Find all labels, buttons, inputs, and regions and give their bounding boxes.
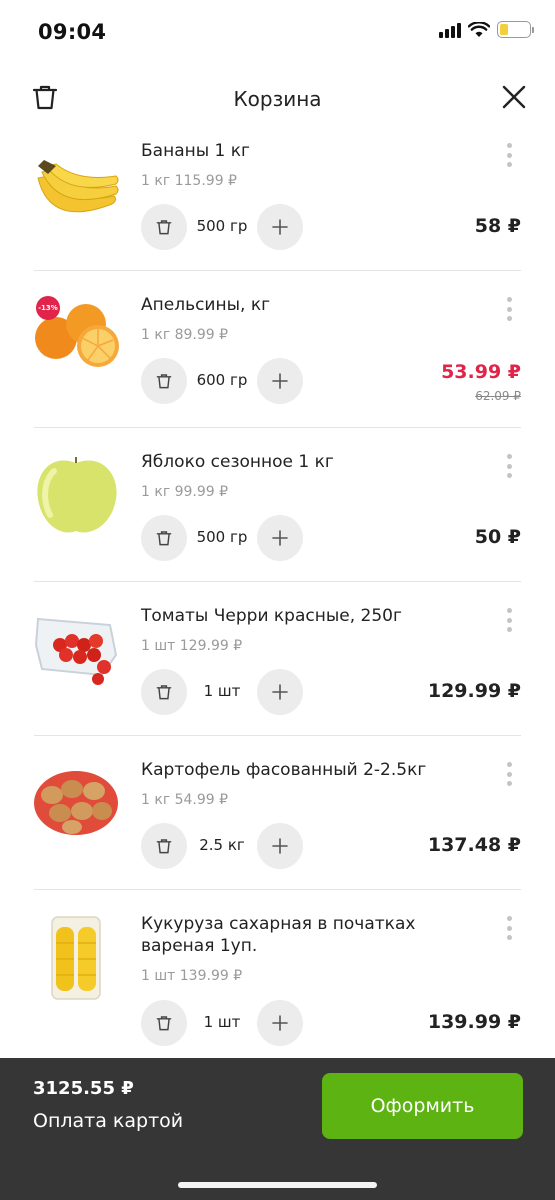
close-icon	[502, 85, 526, 109]
item-price: 129.99 ₽	[427, 680, 521, 702]
increase-quantity-button[interactable]	[257, 823, 303, 869]
discount-badge: -13%	[36, 296, 60, 320]
item-name: Яблоко сезонное 1 кг	[141, 452, 334, 472]
item-quantity: 1 шт	[203, 682, 241, 700]
item-name: Картофель фасованный 2-2.5кг	[141, 760, 427, 780]
status-bar: 09:04	[0, 0, 555, 66]
wifi-icon	[468, 21, 490, 37]
divider	[34, 889, 521, 890]
item-unit-price: 1 кг 89.99 ₽	[141, 327, 229, 343]
more-options-button[interactable]	[505, 762, 513, 786]
cart-total: 3125.55 ₽	[33, 1078, 134, 1099]
item-price: 139.99 ₽	[427, 1011, 521, 1033]
divider	[34, 735, 521, 736]
item-name: Кукуруза сахарная в початках вареная 1уп…	[141, 914, 416, 956]
item-quantity: 600 гр	[196, 371, 248, 389]
cherry-tomatoes-image	[34, 617, 118, 685]
more-options-button[interactable]	[505, 143, 513, 167]
divider	[34, 581, 521, 582]
item-name: Томаты Черри красные, 250г	[141, 606, 402, 626]
item-unit-price: 1 кг 115.99 ₽	[141, 173, 237, 189]
trash-icon	[156, 374, 172, 389]
more-options-button[interactable]	[505, 608, 513, 632]
item-price: 58 ₽	[474, 215, 521, 237]
signal-icon	[439, 22, 461, 38]
trash-icon	[156, 685, 172, 700]
header: Корзина	[0, 70, 555, 126]
remove-item-button[interactable]	[141, 1000, 187, 1046]
plus-icon	[272, 684, 288, 700]
apple-image	[37, 457, 117, 533]
more-options-button[interactable]	[505, 916, 513, 940]
item-unit-price: 1 кг 99.99 ₽	[141, 484, 229, 500]
checkout-bar: 3125.55 ₽ Оплата картой Оформить	[0, 1058, 555, 1200]
divider	[34, 270, 521, 271]
remove-item-button[interactable]	[141, 358, 187, 404]
item-name: Бананы 1 кг	[141, 141, 250, 161]
item-quantity: 500 гр	[196, 528, 248, 546]
item-quantity: 2.5 кг	[199, 836, 245, 854]
item-unit-price: 1 шт 139.99 ₽	[141, 968, 243, 984]
home-indicator	[178, 1182, 377, 1188]
item-sale-price: 53.99 ₽	[441, 361, 521, 383]
increase-quantity-button[interactable]	[257, 1000, 303, 1046]
plus-icon	[272, 219, 288, 235]
close-button[interactable]	[499, 82, 529, 112]
item-quantity: 1 шт	[203, 1013, 241, 1031]
item-old-price: 62.09 ₽	[475, 389, 521, 403]
potatoes-image	[34, 771, 118, 835]
page-title: Корзина	[233, 87, 322, 111]
divider	[34, 427, 521, 428]
item-unit-price: 1 шт 129.99 ₽	[141, 638, 243, 654]
remove-item-button[interactable]	[141, 515, 187, 561]
trash-icon	[156, 531, 172, 546]
increase-quantity-button[interactable]	[257, 669, 303, 715]
plus-icon	[272, 838, 288, 854]
status-icons	[439, 21, 534, 38]
increase-quantity-button[interactable]	[257, 358, 303, 404]
item-unit-price: 1 кг 54.99 ₽	[141, 792, 229, 808]
trash-icon	[156, 220, 172, 235]
item-price: 50 ₽	[474, 526, 521, 548]
battery-icon	[497, 21, 534, 38]
remove-item-button[interactable]	[141, 823, 187, 869]
plus-icon	[272, 530, 288, 546]
corn-image	[51, 916, 101, 1000]
increase-quantity-button[interactable]	[257, 204, 303, 250]
item-price: 137.48 ₽	[427, 834, 521, 856]
item-name: Апельсины, кг	[141, 295, 271, 315]
trash-icon	[156, 1016, 172, 1031]
more-options-button[interactable]	[505, 297, 513, 321]
checkout-button[interactable]: Оформить	[322, 1073, 523, 1139]
remove-item-button[interactable]	[141, 204, 187, 250]
increase-quantity-button[interactable]	[257, 515, 303, 561]
more-options-button[interactable]	[505, 454, 513, 478]
plus-icon	[272, 1015, 288, 1031]
payment-method[interactable]: Оплата картой	[33, 1110, 183, 1132]
banana-image	[37, 160, 119, 213]
plus-icon	[272, 373, 288, 389]
remove-item-button[interactable]	[141, 669, 187, 715]
item-quantity: 500 гр	[196, 217, 248, 235]
trash-icon	[156, 839, 172, 854]
status-time: 09:04	[38, 20, 107, 44]
